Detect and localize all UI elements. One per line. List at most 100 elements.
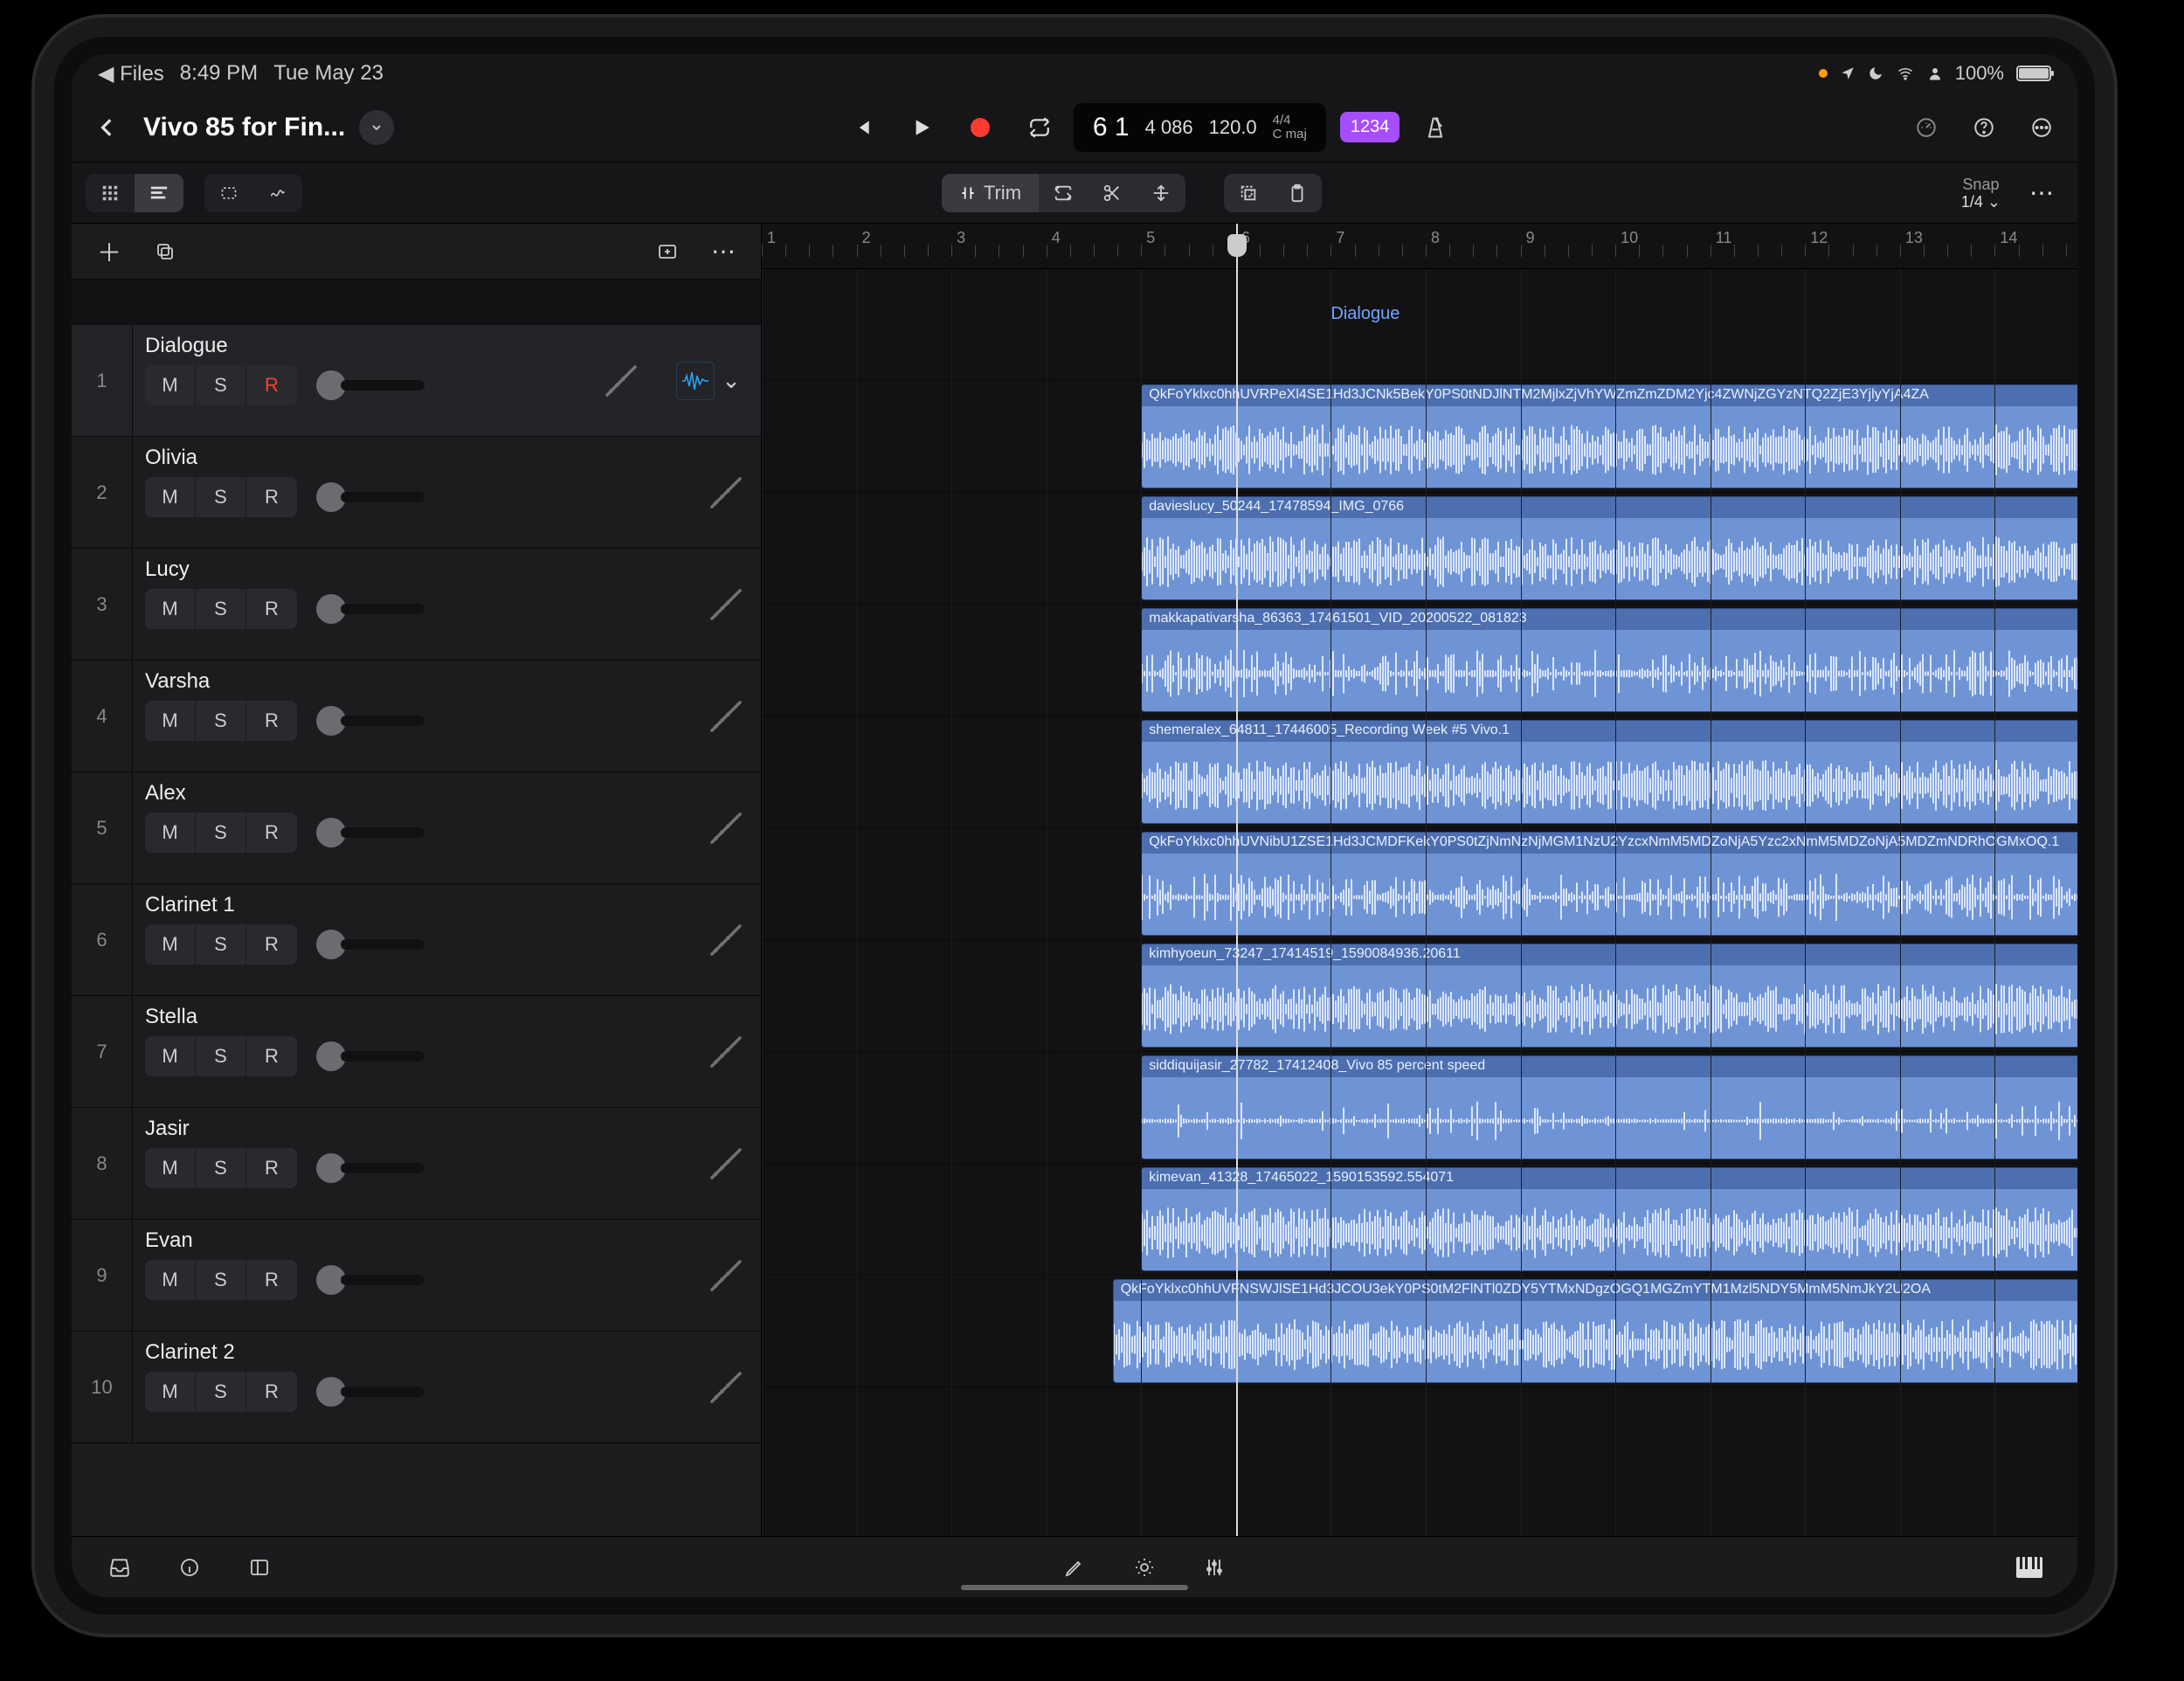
record-enable-button[interactable]: R [246,365,297,405]
volume-fader[interactable] [316,482,425,512]
track-header-row[interactable]: 3 Lucy M S R [72,549,761,661]
input-monitor-button[interactable] [676,362,715,400]
track-name[interactable]: Dialogue [145,334,574,358]
solo-button[interactable]: S [196,1372,246,1412]
track-header-row[interactable]: 2 Olivia M S R [72,437,761,549]
track-name[interactable]: Olivia [145,446,679,470]
audio-region[interactable]: siddiquijasir_27782_17412408_Vivo 85 per… [1141,1055,2077,1159]
lcd-display[interactable]: 6 1 4 086 120.0 4/4 C maj [1074,103,1326,152]
volume-fader[interactable] [316,370,425,400]
mute-button[interactable]: M [145,1148,196,1188]
marquee-tool-button[interactable] [204,174,253,212]
record-enable-button[interactable]: R [246,1036,297,1076]
mute-button[interactable]: M [145,813,196,853]
track-header-row[interactable]: 8 Jasir M S R [72,1108,761,1220]
audio-region[interactable]: kimhyoeun_73247_17414519_1590084936.2061… [1141,944,2077,1048]
help-button[interactable] [1962,106,2006,149]
solo-button[interactable]: S [196,813,246,853]
record-enable-button[interactable]: R [246,813,297,853]
audio-region[interactable]: QkFoYklxc0hhUVRPeXl4SE1Hd3JCNk5BekY0PS0t… [1141,384,2077,488]
record-enable-button[interactable]: R [246,1372,297,1412]
mute-button[interactable]: M [145,1036,196,1076]
volume-fader[interactable] [316,1265,425,1295]
track-header-row[interactable]: 1 Dialogue M S R ⌄ [72,325,761,437]
move-button[interactable] [1137,174,1185,212]
track-name[interactable]: Lucy [145,557,679,582]
mute-button[interactable]: M [145,924,196,965]
tuner-button[interactable] [1904,106,1948,149]
cycle-button[interactable] [1019,107,1060,148]
mixer-sliders-button[interactable] [1192,1546,1236,1589]
play-button[interactable] [901,107,941,148]
timeline-lane[interactable]: shemeralex_64811_17446005_Recording Week… [762,716,2077,828]
project-title[interactable]: Vivo 85 for Fin... [143,113,345,142]
more-button[interactable]: ⋯ [2020,171,2063,215]
timeline-lane[interactable]: makkapativarsha_86363_17461501_VID_20200… [762,605,2077,716]
mute-button[interactable]: M [145,701,196,741]
timeline-area[interactable]: 123456789101112131415 DialogueQkFoYklxc0… [762,224,2077,1536]
track-header-row[interactable]: 7 Stella M S R [72,996,761,1108]
pencil-button[interactable] [1053,1546,1096,1589]
library-button[interactable] [646,230,689,273]
view-tracks-button[interactable] [135,174,183,212]
clipboard-button[interactable] [1273,174,1322,212]
solo-button[interactable]: S [196,1260,246,1300]
track-name[interactable]: Evan [145,1228,679,1253]
sidebar-toggle-button[interactable] [238,1546,281,1589]
expand-button[interactable]: ⌄ [722,367,741,394]
timeline-lane[interactable]: Dialogue [762,269,2077,381]
mute-button[interactable]: M [145,1372,196,1412]
track-header-row[interactable]: 5 Alex M S R [72,772,761,884]
solo-button[interactable]: S [196,701,246,741]
volume-fader[interactable] [316,594,425,624]
record-enable-button[interactable]: R [246,589,297,629]
record-enable-button[interactable]: R [246,1260,297,1300]
time-ruler[interactable]: 123456789101112131415 [762,224,2077,269]
track-options-button[interactable]: ⋯ [702,230,745,273]
audio-region[interactable]: shemeralex_64811_17446005_Recording Week… [1141,720,2077,824]
piano-button[interactable] [2008,1546,2051,1589]
audio-region[interactable]: kimevan_41328_17465022_1590153592.554071 [1141,1167,2077,1271]
count-in-button[interactable]: 1234 [1340,112,1400,142]
audio-region[interactable]: davieslucy_50244_17478594_IMG_0766 [1141,496,2077,600]
title-dropdown-button[interactable] [359,110,394,145]
timeline-lane[interactable]: kimevan_41328_17465022_1590153592.554071 [762,1164,2077,1276]
solo-button[interactable]: S [196,365,246,405]
track-name[interactable]: Jasir [145,1117,679,1141]
volume-fader[interactable] [316,706,425,736]
trim-button[interactable]: Trim [942,174,1039,212]
mute-button[interactable]: M [145,589,196,629]
track-name[interactable]: Varsha [145,669,679,694]
record-enable-button[interactable]: R [246,701,297,741]
track-header-row[interactable]: 9 Evan M S R [72,1220,761,1332]
brightness-button[interactable] [1123,1546,1166,1589]
record-enable-button[interactable]: R [246,477,297,517]
add-track-button[interactable]: ＋ [87,230,131,273]
record-enable-button[interactable]: R [246,924,297,965]
volume-fader[interactable] [316,1377,425,1407]
split-button[interactable] [1088,174,1137,212]
metronome-button[interactable] [1413,106,1457,149]
solo-button[interactable]: S [196,589,246,629]
volume-fader[interactable] [316,1153,425,1183]
info-button[interactable] [168,1546,211,1589]
back-button[interactable] [86,106,129,149]
track-name[interactable]: Alex [145,781,679,806]
go-to-start-button[interactable] [841,107,881,148]
volume-fader[interactable] [316,930,425,959]
volume-fader[interactable] [316,1041,425,1071]
mute-button[interactable]: M [145,1260,196,1300]
view-grid-button[interactable] [86,174,135,212]
mute-button[interactable]: M [145,365,196,405]
duplicate-track-button[interactable] [143,230,187,273]
select-multiple-button[interactable] [1224,174,1273,212]
settings-button[interactable] [2020,106,2063,149]
track-header-row[interactable]: 4 Varsha M S R [72,661,761,772]
track-name[interactable]: Clarinet 1 [145,893,679,917]
track-header-row[interactable]: 6 Clarinet 1 M S R [72,884,761,996]
automation-tool-button[interactable] [253,174,302,212]
timeline-lane[interactable]: siddiquijasir_27782_17412408_Vivo 85 per… [762,1052,2077,1164]
timeline-lane[interactable]: QkFoYklxc0hhUVFNSWJlSE1Hd3JCOU3ekY0PS0tM… [762,1276,2077,1387]
inbox-button[interactable] [98,1546,142,1589]
track-header-row[interactable]: 10 Clarinet 2 M S R [72,1332,761,1443]
